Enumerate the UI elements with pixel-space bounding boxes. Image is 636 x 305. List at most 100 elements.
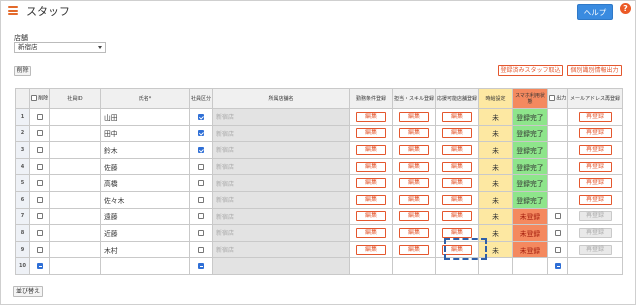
- name-cell[interactable]: 鈴木: [100, 141, 190, 159]
- name-cell[interactable]: 田中: [100, 124, 190, 143]
- delete-checkbox[interactable]: [36, 213, 43, 220]
- name-cell[interactable]: 高橋: [100, 174, 190, 192]
- shop-avail-cell: 編集: [435, 108, 479, 126]
- output-cell: [547, 240, 568, 259]
- delete-checkbox[interactable]: [36, 113, 43, 120]
- name-cell[interactable]: 佐々木: [100, 190, 190, 209]
- mail-rereg-button[interactable]: 再登録: [578, 111, 612, 122]
- output-cell: [547, 207, 568, 226]
- staff-id-cell[interactable]: [49, 240, 101, 259]
- menu-icon[interactable]: [8, 6, 18, 16]
- store-select[interactable]: 新宿店: [14, 42, 106, 53]
- name-cell[interactable]: 近藤: [100, 224, 190, 242]
- mail-cell: 再登録: [567, 240, 623, 259]
- phone-status-cell: [512, 257, 548, 275]
- col-header-store: 所属店舗名: [212, 88, 350, 109]
- select-all-output-checkbox[interactable]: [548, 95, 555, 102]
- staff-id-cell[interactable]: [49, 124, 101, 143]
- output-checkbox[interactable]: [554, 263, 561, 270]
- shop-avail-edit-button[interactable]: 編集: [442, 111, 472, 122]
- delete-checkbox[interactable]: [36, 196, 43, 203]
- skill-edit-button[interactable]: 編集: [399, 128, 429, 139]
- delete-checkbox[interactable]: [36, 146, 43, 153]
- staff-type-checkbox[interactable]: [198, 213, 204, 220]
- skill-edit-button[interactable]: 編集: [399, 111, 429, 122]
- shop-avail-edit-button[interactable]: 編集: [442, 178, 472, 189]
- shop-avail-edit-button[interactable]: 編集: [442, 211, 472, 222]
- skill-edit-button[interactable]: 編集: [399, 194, 429, 205]
- staff-type-checkbox[interactable]: [198, 196, 204, 203]
- staff-type-checkbox[interactable]: [198, 146, 204, 153]
- table-row: 4 佐藤 新宿店 編集 編集 編集 未 登録完了 再登録: [15, 157, 623, 176]
- staff-type-checkbox[interactable]: [198, 263, 204, 270]
- help-question-icon[interactable]: ?: [620, 3, 631, 14]
- staff-type-checkbox[interactable]: [198, 246, 204, 253]
- name-cell[interactable]: 山田: [100, 108, 190, 126]
- work-cond-edit-button[interactable]: 編集: [356, 194, 386, 205]
- staff-type-checkbox[interactable]: [198, 180, 204, 187]
- work-cond-edit-button[interactable]: 編集: [356, 227, 386, 238]
- store-cell: 新宿店: [212, 174, 350, 192]
- mail-rereg-button[interactable]: 再登録: [578, 194, 612, 205]
- delete-checkbox-cell: [29, 157, 50, 176]
- table-row: 3 鈴木 新宿店 編集 編集 編集 未 登録完了 再登録: [15, 141, 623, 159]
- mail-rereg-button[interactable]: 再登録: [578, 161, 612, 172]
- skill-edit-button[interactable]: 編集: [399, 227, 429, 238]
- time-set-cell: 未: [478, 207, 513, 226]
- staff-id-cell[interactable]: [49, 141, 101, 159]
- skill-edit-button[interactable]: 編集: [399, 144, 429, 155]
- delete-button[interactable]: 削除: [14, 66, 31, 76]
- staff-id-cell[interactable]: [49, 224, 101, 242]
- select-all-delete-checkbox[interactable]: [30, 95, 37, 102]
- registered-import-button[interactable]: 登録済みスタッフ取込: [498, 65, 563, 76]
- name-cell[interactable]: [100, 257, 190, 275]
- shop-avail-edit-button[interactable]: 編集: [442, 128, 472, 139]
- work-cond-edit-button[interactable]: 編集: [356, 161, 386, 172]
- phone-status-cell: 登録完了: [512, 108, 548, 126]
- work-cond-edit-button[interactable]: 編集: [356, 211, 386, 222]
- help-button[interactable]: ヘルプ: [577, 4, 613, 20]
- work-cond-edit-button[interactable]: 編集: [356, 111, 386, 122]
- shop-avail-edit-button[interactable]: 編集: [442, 161, 472, 172]
- staff-id-cell[interactable]: [49, 108, 101, 126]
- staff-type-cell: [189, 174, 213, 192]
- delete-checkbox[interactable]: [36, 180, 43, 187]
- staff-type-checkbox[interactable]: [198, 113, 204, 120]
- delete-checkbox[interactable]: [36, 130, 43, 137]
- name-cell[interactable]: 遠藤: [100, 207, 190, 226]
- delete-checkbox[interactable]: [36, 246, 43, 253]
- shop-avail-edit-button[interactable]: 編集: [442, 144, 472, 155]
- name-cell[interactable]: 佐藤: [100, 157, 190, 176]
- staff-type-checkbox[interactable]: [198, 229, 204, 236]
- shop-avail-edit-button[interactable]: 編集: [442, 194, 472, 205]
- output-checkbox[interactable]: [554, 213, 561, 220]
- staff-type-checkbox[interactable]: [198, 130, 204, 137]
- sort-button[interactable]: 並び替え: [13, 286, 43, 297]
- delete-checkbox[interactable]: [36, 229, 43, 236]
- staff-id-cell[interactable]: [49, 157, 101, 176]
- mail-rereg-button[interactable]: 再登録: [578, 128, 612, 139]
- staff-id-cell[interactable]: [49, 174, 101, 192]
- mail-rereg-button[interactable]: 再登録: [578, 178, 612, 189]
- skill-edit-button[interactable]: 編集: [399, 161, 429, 172]
- individual-output-button[interactable]: 個別識別情報出力: [567, 65, 622, 76]
- staff-id-cell[interactable]: [49, 190, 101, 209]
- work-cond-edit-button[interactable]: 編集: [356, 144, 386, 155]
- mail-rereg-button[interactable]: 再登録: [578, 144, 612, 155]
- delete-checkbox[interactable]: [36, 263, 43, 270]
- skill-edit-button[interactable]: 編集: [399, 211, 429, 222]
- name-cell[interactable]: 木村: [100, 240, 190, 259]
- staff-type-checkbox[interactable]: [198, 163, 204, 170]
- delete-checkbox[interactable]: [36, 163, 43, 170]
- work-cond-edit-button[interactable]: 編集: [356, 244, 386, 255]
- staff-id-cell[interactable]: [49, 257, 101, 275]
- work-cond-edit-button[interactable]: 編集: [356, 178, 386, 189]
- staff-id-cell[interactable]: [49, 207, 101, 226]
- shop-avail-edit-button[interactable]: 編集: [442, 227, 472, 238]
- skill-edit-button[interactable]: 編集: [399, 244, 429, 255]
- work-cond-edit-button[interactable]: 編集: [356, 128, 386, 139]
- skill-edit-button[interactable]: 編集: [399, 178, 429, 189]
- output-checkbox[interactable]: [554, 246, 561, 253]
- skill-cell: [392, 257, 436, 275]
- output-checkbox[interactable]: [554, 229, 561, 236]
